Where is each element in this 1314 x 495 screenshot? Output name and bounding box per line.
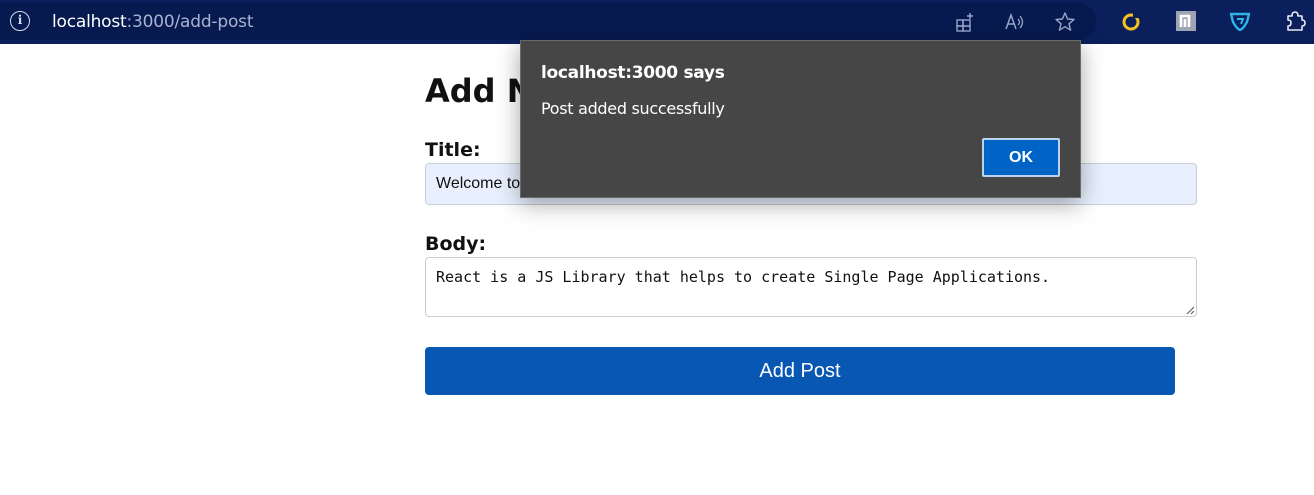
alert-dialog: localhost:3000 says Post added successfu… — [520, 40, 1081, 198]
dialog-message: Post added successfully — [541, 99, 725, 118]
resize-grip-icon[interactable] — [1185, 305, 1195, 315]
url-text[interactable]: localhost:3000/add-post — [52, 12, 253, 32]
extensions-puzzle-icon[interactable] — [1284, 10, 1306, 32]
extension-shield-icon[interactable] — [1229, 10, 1251, 32]
favorite-star-icon[interactable] — [1054, 11, 1076, 33]
url-path: :3000/add-post — [126, 12, 254, 32]
browser-toolbar: i localhost:3000/add-post — [0, 0, 1314, 44]
app-available-icon[interactable] — [954, 11, 976, 33]
ok-button[interactable]: OK — [982, 138, 1060, 177]
extension-ring-icon[interactable] — [1120, 11, 1142, 33]
page-title: Add New Post — [425, 72, 535, 110]
url-host: localhost — [52, 12, 127, 32]
body-label: Body: — [425, 233, 487, 255]
dialog-title: localhost:3000 says — [541, 63, 725, 83]
info-icon[interactable]: i — [10, 11, 30, 31]
address-bar[interactable]: i localhost:3000/add-post — [0, 2, 1096, 40]
read-aloud-icon[interactable] — [1004, 11, 1026, 33]
extension-n-icon[interactable] — [1175, 10, 1197, 32]
title-label: Title: — [425, 139, 481, 161]
body-textarea[interactable]: React is a JS Library that helps to crea… — [425, 257, 1197, 317]
add-post-button[interactable]: Add Post — [425, 347, 1175, 395]
